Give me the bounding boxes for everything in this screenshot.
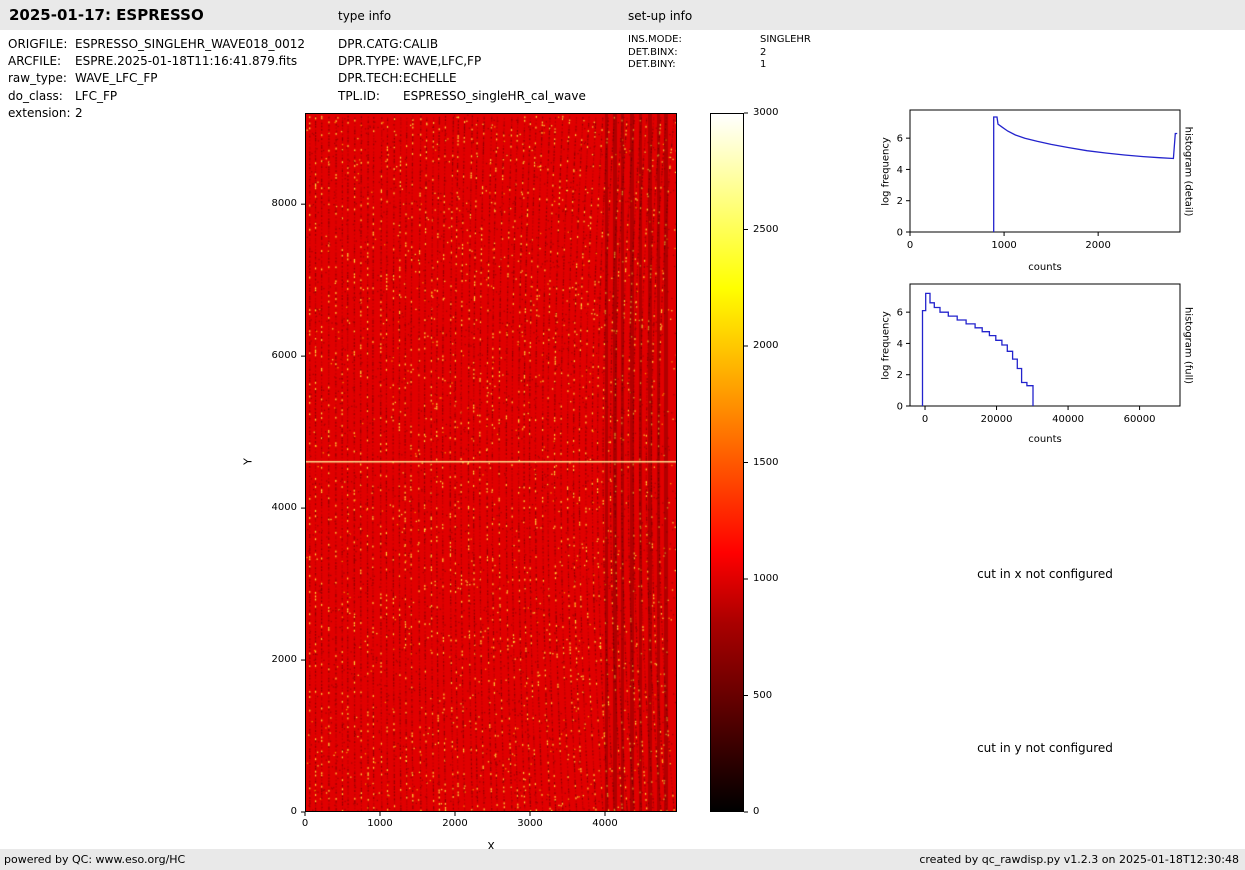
setup-info-block: INS.MODE: SINGLEHR DET.BINX: 2 DET.BINY: 1 [628,34,811,72]
tick-label: 4000 [271,502,297,514]
field-dpr-catg: DPR.CATG:CALIB [338,36,586,53]
field-label: DPR.TECH: [338,71,403,86]
field-value: ESPRESSO_SINGLEHR_WAVE018_0012 [75,37,305,51]
tick-label: 40000 [1052,414,1084,425]
tick-label: 2 [897,196,903,207]
field-det-binx: DET.BINX: 2 [628,47,811,60]
field-label: raw_type: [8,71,67,86]
tick-label: 0 [907,240,913,251]
colorbar [710,113,744,812]
tick-label: 0 [290,806,297,817]
cut-in-x-message: cut in x not configured [977,567,1113,581]
field-label: TPL.ID: [338,88,380,103]
page-title: 2025-01-17: ESPRESSO [9,6,204,24]
hist-full-x-axis-label: counts [1028,434,1062,445]
field-value: LFC_FP [75,88,118,103]
histogram-line [921,292,1034,406]
field-label: extension: [8,105,71,120]
field-label: DPR.TYPE: [338,54,400,69]
footer-powered-by: powered by QC: www.eso.org/HC [4,853,186,866]
file-info-block: ORIGFILE: ESPRESSO_SINGLEHR_WAVE018_0012 … [8,36,305,122]
tick-label: 2000 [1085,240,1110,251]
field-label: do_class: [8,88,63,103]
type-info-block: DPR.CATG:CALIB DPR.TYPE: WAVE,LFC,FP DPR.… [338,36,586,105]
tick-label: 1000 [753,573,779,584]
field-label: ORIGFILE: [8,37,68,51]
field-value: 1 [760,59,767,70]
tick-label: 6000 [271,350,297,362]
qc-rawdisp-report: 2025-01-17: ESPRESSO type info set-up in… [0,0,1245,870]
type-info-heading: type info [338,9,392,23]
raw-frame-image [305,113,677,812]
tick-label: 4000 [592,818,618,829]
tick-label: 1000 [367,818,393,829]
field-label: DET.BINX: [628,46,678,58]
field-det-biny: DET.BINY: 1 [628,59,811,72]
tick-label: 2500 [753,223,779,235]
field-label: DPR.CATG: [338,37,403,51]
hist-detail-title: histogram (detail) [1182,126,1194,217]
histogram-axes [909,109,1181,233]
tick-label: 6 [897,308,903,319]
field-value: ECHELLE [403,71,457,86]
setup-info-heading: set-up info [628,9,693,23]
histogram-axes [909,283,1181,407]
tick-label: 60000 [1124,414,1156,425]
cut-in-y-message: cut in y not configured [977,741,1113,755]
tick-label: 4 [897,165,903,176]
tick-label: 20000 [981,414,1013,425]
field-arcfile: ARCFILE: ESPRE.2025-01-18T11:16:41.879.fi… [8,53,305,70]
field-label: ARCFILE: [8,54,62,69]
tick-label: 2000 [753,340,779,351]
hist-full-y-axis-label: log frequency [880,311,892,380]
tick-label: 8000 [271,198,297,210]
tick-label: 0 [301,818,309,829]
tick-label: 1000 [991,240,1016,251]
field-value: ESPRE.2025-01-18T11:16:41.879.fits [75,54,298,69]
field-do-class: do_class: LFC_FP [8,88,305,105]
field-label: INS.MODE: [628,34,682,45]
field-ins-mode: INS.MODE: SINGLEHR [628,34,811,47]
tick-label: 0 [922,414,928,425]
tick-label: 3000 [517,818,543,829]
tick-label: 0 [897,402,903,413]
field-value: SINGLEHR [760,34,811,45]
histogram-line [993,116,1178,232]
field-value: CALIB [403,37,439,51]
field-label: DET.BINY: [628,59,676,70]
field-value: ESPRESSO_singleHR_cal_wave [403,88,586,103]
field-value: 2 [760,46,767,58]
field-value: WAVE_LFC_FP [75,71,158,86]
tick-label: 500 [753,689,773,701]
tick-label: 3000 [753,107,779,118]
tick-label: 0 [753,806,760,817]
field-value: WAVE,LFC,FP [403,54,482,69]
field-raw-type: raw_type: WAVE_LFC_FP [8,70,305,87]
hist-full-title: histogram (full) [1182,306,1194,385]
tick-label: 2000 [271,654,297,666]
field-origfile: ORIGFILE: ESPRESSO_SINGLEHR_WAVE018_0012 [8,36,305,53]
field-value: 2 [75,105,83,120]
raster-y-axis-label: Y [241,458,255,465]
field-extension: extension: 2 [8,105,305,122]
hist-detail-x-axis-label: counts [1028,262,1062,273]
tick-label: 2 [897,370,903,381]
footer-created-by: created by qc_rawdisp.py v1.2.3 on 2025-… [919,853,1239,866]
field-dpr-type: DPR.TYPE: WAVE,LFC,FP [338,53,586,70]
field-tpl-id: TPL.ID: ESPRESSO_singleHR_cal_wave [338,88,586,105]
tick-label: 0 [897,228,903,239]
tick-label: 2000 [442,818,468,829]
field-dpr-tech: DPR.TECH:ECHELLE [338,70,586,87]
tick-label: 1500 [753,456,779,468]
tick-label: 6 [897,134,903,145]
tick-label: 4 [897,339,903,350]
hist-detail-y-axis-label: log frequency [880,137,892,206]
